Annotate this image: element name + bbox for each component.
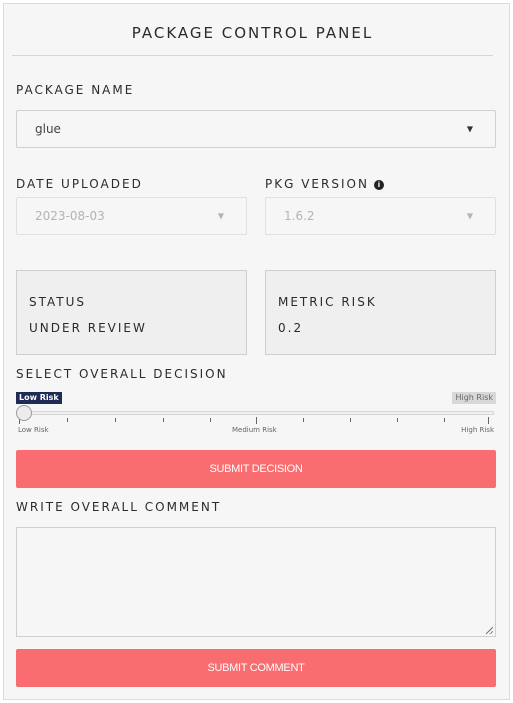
submit-decision-button[interactable]: SUBMIT DECISION (16, 450, 496, 488)
slider-tick (67, 418, 68, 422)
slider-tick (444, 418, 445, 422)
max-value-badge: High Risk (452, 392, 496, 404)
comment-label: WRITE OVERALL COMMENT (16, 500, 222, 514)
pkg-version-value: 1.6.2 (284, 209, 315, 223)
slider-track[interactable] (22, 411, 494, 415)
package-name-label: PACKAGE NAME (16, 83, 135, 97)
slider-tick (350, 418, 351, 422)
slider-tick (210, 418, 211, 422)
title-divider (12, 55, 493, 56)
package-name-value: glue (35, 122, 61, 136)
panel-title: PACKAGE CONTROL PANEL (131, 24, 374, 42)
submit-comment-button[interactable]: SUBMIT COMMENT (16, 649, 496, 687)
caret-down-icon: ▼ (466, 211, 473, 221)
decision-label: SELECT OVERALL DECISION (16, 367, 228, 381)
date-uploaded-label: DATE UPLOADED (16, 177, 143, 191)
tick-label-medium: Medium Risk (232, 426, 277, 434)
metric-risk-label: METRIC RISK (278, 295, 377, 309)
decision-slider[interactable]: Low Risk High Risk Low Risk Medium Risk … (16, 392, 496, 436)
slider-tick (256, 417, 257, 424)
slider-tick (163, 418, 164, 422)
pkg-version-label-text: PKG VERSION (265, 177, 369, 191)
info-icon[interactable]: i (373, 180, 384, 190)
caret-down-icon: ▼ (466, 124, 473, 134)
tick-label-low: Low Risk (18, 426, 49, 434)
date-uploaded-select[interactable]: 2023-08-03 ▼ (16, 197, 247, 235)
date-uploaded-value: 2023-08-03 (35, 209, 105, 223)
status-value: UNDER REVIEW (29, 321, 147, 335)
metric-risk-value: 0.2 (278, 321, 304, 335)
slider-tick (488, 417, 489, 424)
resize-handle-icon[interactable] (486, 627, 493, 634)
metric-risk-card: METRIC RISK 0.2 (265, 270, 496, 355)
package-name-select[interactable]: glue ▼ (16, 110, 496, 148)
pkg-version-label: PKG VERSION i (265, 177, 384, 191)
slider-tick (115, 418, 116, 422)
status-card: STATUS UNDER REVIEW (16, 270, 247, 355)
comment-textarea[interactable] (16, 527, 496, 637)
slider-handle[interactable] (16, 405, 32, 421)
slider-tick (397, 418, 398, 422)
slider-tick (303, 418, 304, 422)
selected-value-badge: Low Risk (16, 392, 62, 404)
status-label: STATUS (29, 295, 87, 309)
pkg-version-select[interactable]: 1.6.2 ▼ (265, 197, 496, 235)
tick-label-high: High Risk (461, 426, 494, 434)
caret-down-icon: ▼ (217, 211, 224, 221)
